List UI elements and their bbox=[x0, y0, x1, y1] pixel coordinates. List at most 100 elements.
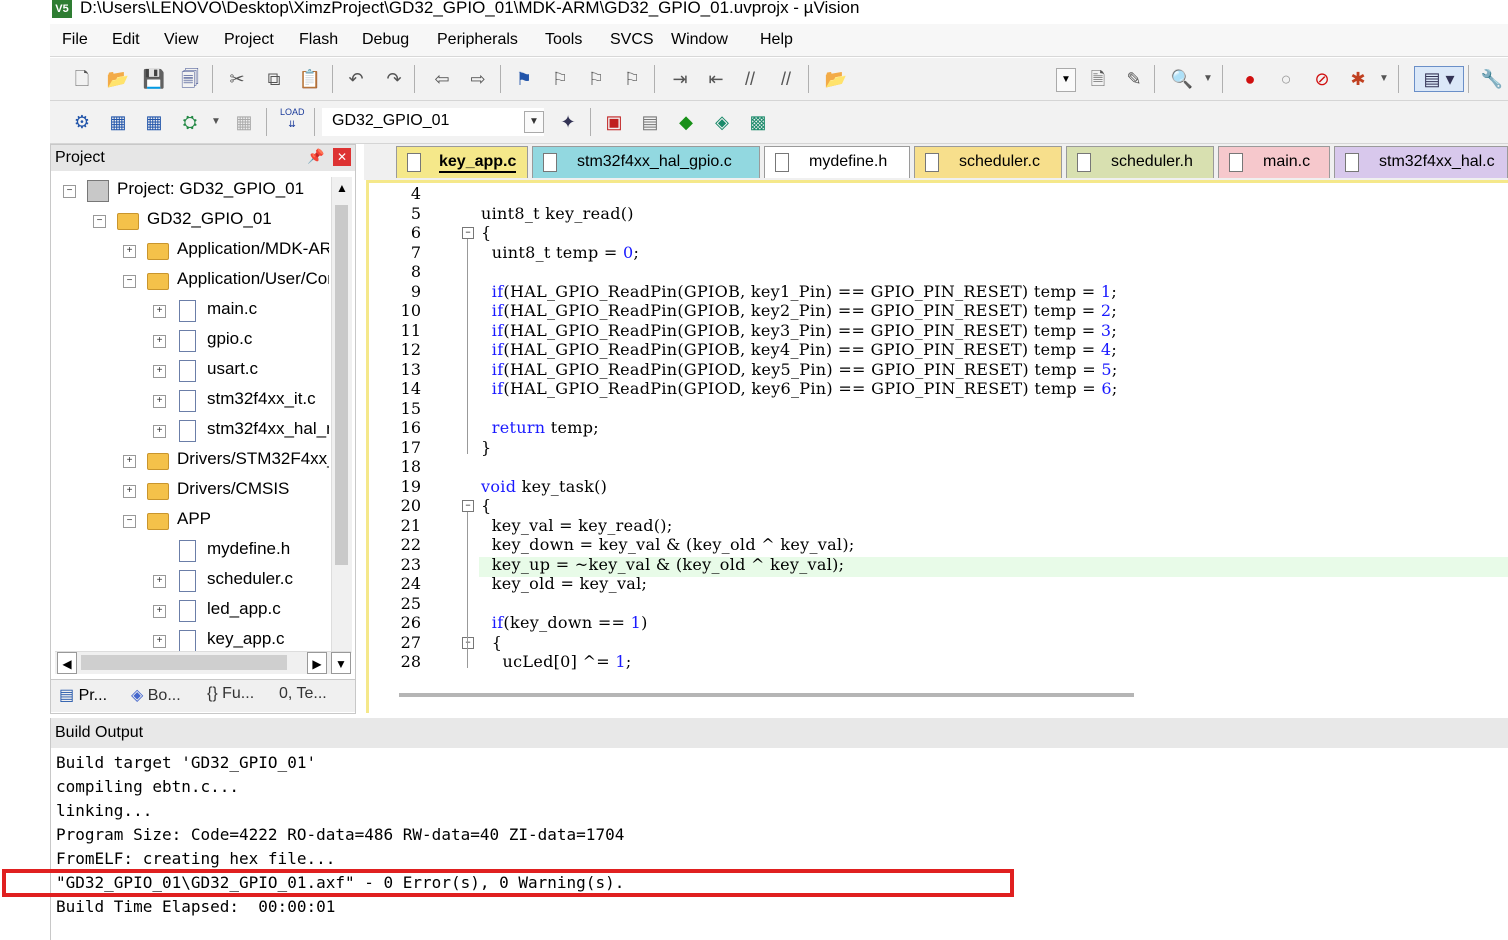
debug-session-icon[interactable]: 🔍 bbox=[1170, 67, 1194, 91]
disable-breakpoint-icon[interactable]: ○ bbox=[1274, 67, 1298, 91]
save-icon[interactable]: 💾 bbox=[142, 67, 166, 91]
navigate-back-icon[interactable]: ⇦ bbox=[430, 67, 454, 91]
target-options-icon[interactable]: ✦ bbox=[556, 110, 580, 134]
expand-icon[interactable]: + bbox=[153, 335, 166, 348]
expand-icon[interactable]: + bbox=[153, 605, 166, 618]
target-select[interactable]: GD32_GPIO_01 ▼ bbox=[322, 108, 544, 136]
fold-toggle-icon[interactable]: − bbox=[462, 636, 474, 649]
kill-breakpoints-icon[interactable]: ✱ bbox=[1346, 67, 1370, 91]
cut-icon[interactable]: ✂ bbox=[225, 67, 249, 91]
find-icon[interactable]: 🗎 bbox=[1086, 67, 1110, 91]
scrollbar-thumb[interactable] bbox=[335, 205, 348, 565]
build-icon[interactable]: ▦ bbox=[106, 110, 130, 134]
bookmark-icon[interactable]: ⚑ bbox=[512, 67, 536, 91]
window-layout-icon[interactable]: ▤ ▾ bbox=[1414, 66, 1464, 92]
batch-dropdown-icon[interactable]: ▼ bbox=[204, 110, 228, 134]
tab-scheduler-h[interactable]: scheduler.h bbox=[1066, 146, 1214, 178]
menu-project[interactable]: Project bbox=[224, 31, 274, 49]
expand-icon[interactable]: + bbox=[153, 425, 166, 438]
pin-icon[interactable]: 📌 bbox=[307, 148, 324, 165]
tab-project[interactable]: ▤ Pr... bbox=[59, 685, 107, 705]
disable-all-breakpoints-icon[interactable]: ⊘ bbox=[1310, 67, 1334, 91]
tab-stm32f4xx-hal-c[interactable]: stm32f4xx_hal.c bbox=[1334, 146, 1508, 178]
copy-icon[interactable]: ⧉ bbox=[262, 67, 286, 91]
editor-horizontal-scrollbar[interactable] bbox=[399, 693, 1134, 697]
scroll-right-icon[interactable]: ▶ bbox=[307, 652, 327, 674]
expand-icon[interactable]: + bbox=[153, 305, 166, 318]
debug-dropdown-icon[interactable]: ▼ bbox=[1196, 67, 1220, 91]
menu-tools[interactable]: Tools bbox=[545, 31, 582, 49]
menu-file[interactable]: File bbox=[62, 31, 88, 49]
expand-icon[interactable]: + bbox=[153, 365, 166, 378]
expand-icon[interactable]: + bbox=[123, 245, 136, 258]
menu-view[interactable]: View bbox=[164, 31, 198, 49]
undo-icon[interactable]: ↶ bbox=[344, 67, 368, 91]
code-editor[interactable]: 4 5 6 7 8 9 10 11 12 13 14 15 16 17 18 19 20 21 22 23 24 25 26… bbox=[366, 180, 1508, 713]
incremental-find-icon[interactable]: ✎ bbox=[1122, 67, 1146, 91]
find-in-files-icon[interactable]: 📂 bbox=[824, 67, 848, 91]
new-file-icon[interactable]: 🗋 bbox=[70, 67, 94, 91]
tab-key-app-c[interactable]: key_app.c bbox=[396, 146, 528, 178]
breakpoint-icon[interactable]: ● bbox=[1238, 67, 1262, 91]
menu-help[interactable]: Help bbox=[760, 31, 793, 49]
fold-guide-line bbox=[467, 239, 468, 454]
manage-multi-project-icon[interactable]: ▤ bbox=[638, 110, 662, 134]
manage-run-time-environment-icon[interactable]: ◆ bbox=[674, 110, 698, 134]
project-tree-horizontal-scrollbar[interactable]: ◀ ▶ ▼ bbox=[55, 651, 351, 674]
close-icon[interactable]: ✕ bbox=[333, 148, 351, 166]
expand-icon[interactable]: + bbox=[123, 485, 136, 498]
menu-edit[interactable]: Edit bbox=[112, 31, 140, 49]
chevron-down-icon[interactable]: ▼ bbox=[524, 111, 544, 133]
clear-bookmarks-icon[interactable]: ⚐ bbox=[620, 67, 644, 91]
tab-books[interactable]: ◈ Bo... bbox=[131, 685, 181, 705]
scroll-left-icon[interactable]: ◀ bbox=[57, 652, 77, 674]
menu-window[interactable]: Window bbox=[671, 31, 728, 49]
scroll-up-icon[interactable]: ▲ bbox=[332, 177, 352, 199]
menu-debug[interactable]: Debug bbox=[362, 31, 409, 49]
expand-icon[interactable]: + bbox=[153, 395, 166, 408]
next-bookmark-icon[interactable]: ⚐ bbox=[584, 67, 608, 91]
pack-installer-icon[interactable]: ▩ bbox=[746, 110, 770, 134]
scroll-down-icon[interactable]: ▼ bbox=[331, 652, 351, 674]
menu-svcs[interactable]: SVCS bbox=[610, 31, 654, 49]
navigate-forward-icon[interactable]: ⇨ bbox=[466, 67, 490, 91]
select-software-packs-icon[interactable]: ◈ bbox=[710, 110, 734, 134]
menu-peripherals[interactable]: Peripherals bbox=[437, 31, 518, 49]
collapse-icon[interactable]: − bbox=[123, 515, 136, 528]
collapse-icon[interactable]: − bbox=[63, 185, 76, 198]
tab-scheduler-c[interactable]: scheduler.c bbox=[914, 146, 1062, 178]
rebuild-icon[interactable]: ▦ bbox=[142, 110, 166, 134]
collapse-icon[interactable]: − bbox=[93, 215, 106, 228]
redo-icon[interactable]: ↷ bbox=[382, 67, 406, 91]
tab-stm32f4xx-hal-gpio-c[interactable]: stm32f4xx_hal_gpio.c bbox=[532, 146, 760, 178]
project-tree-vertical-scrollbar[interactable]: ▲ bbox=[331, 177, 352, 653]
translate-icon[interactable]: ⚙ bbox=[70, 110, 94, 134]
save-all-icon[interactable]: 🗐 bbox=[178, 67, 202, 91]
tab-main-c[interactable]: main.c bbox=[1218, 146, 1330, 178]
stop-build-icon[interactable]: ▦ bbox=[232, 110, 256, 134]
tab-functions[interactable]: {} Fu... bbox=[207, 685, 254, 703]
expand-icon[interactable]: + bbox=[153, 635, 166, 648]
scrollbar-thumb[interactable] bbox=[81, 655, 287, 670]
fold-toggle-icon[interactable]: − bbox=[462, 500, 474, 512]
find-dropdown[interactable]: ▼ bbox=[1056, 68, 1076, 92]
batch-build-icon[interactable]: ⛭ bbox=[178, 110, 202, 134]
uncomment-icon[interactable]: // bbox=[774, 67, 798, 91]
expand-icon[interactable]: + bbox=[153, 575, 166, 588]
unindent-icon[interactable]: ⇤ bbox=[704, 67, 728, 91]
menu-flash[interactable]: Flash bbox=[299, 31, 338, 49]
breakpoints-dropdown-icon[interactable]: ▼ bbox=[1372, 67, 1396, 91]
comment-icon[interactable]: // bbox=[738, 67, 762, 91]
prev-bookmark-icon[interactable]: ⚐ bbox=[548, 67, 572, 91]
collapse-icon[interactable]: − bbox=[123, 275, 136, 288]
expand-icon[interactable]: + bbox=[123, 455, 136, 468]
download-load-icon[interactable]: LOAD ⇊ bbox=[280, 106, 305, 130]
tab-mydefine-h[interactable]: mydefine.h bbox=[764, 146, 910, 178]
fold-toggle-icon[interactable]: − bbox=[462, 227, 474, 239]
indent-icon[interactable]: ⇥ bbox=[668, 67, 692, 91]
manage-project-items-icon[interactable]: ▣ bbox=[602, 110, 626, 134]
open-file-icon[interactable]: 📂 bbox=[106, 67, 130, 91]
paste-icon[interactable]: 📋 bbox=[298, 67, 322, 91]
tab-templates[interactable]: 0, Te... bbox=[279, 685, 327, 703]
configure-icon[interactable]: 🔧 bbox=[1480, 67, 1504, 91]
